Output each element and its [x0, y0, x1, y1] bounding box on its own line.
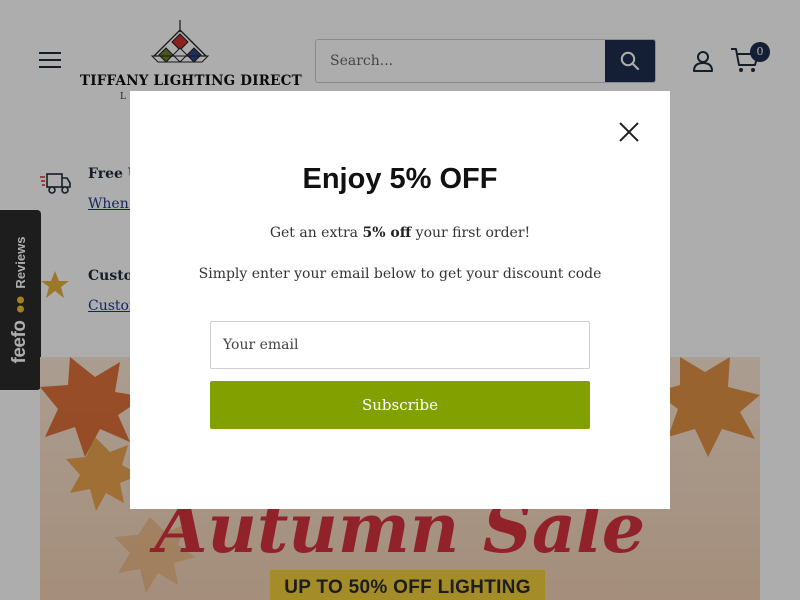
popup-title: Enjoy 5% OFF: [302, 163, 498, 195]
popup-instructions: Simply enter your email below to get you…: [198, 266, 602, 282]
discount-popup: Enjoy 5% OFF Get an extra 5% off your fi…: [130, 91, 670, 509]
offer-text-pre: Get an extra: [269, 225, 363, 241]
subscribe-button[interactable]: Subscribe: [210, 381, 590, 429]
close-icon[interactable]: [615, 118, 643, 146]
offer-text-bold: 5% off: [362, 225, 412, 241]
email-field[interactable]: [210, 321, 590, 369]
popup-offer-text: Get an extra 5% off your first order!: [130, 225, 670, 241]
offer-text-post: your first order!: [411, 225, 531, 241]
